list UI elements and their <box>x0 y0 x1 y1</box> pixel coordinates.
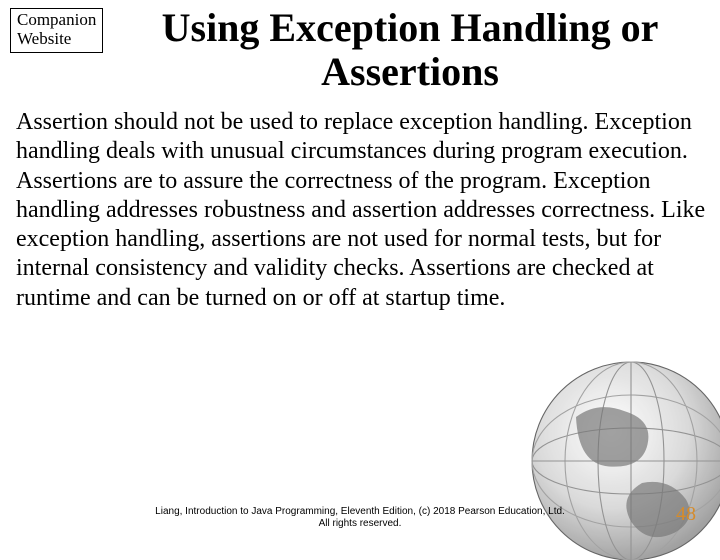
badge-line-1: Companion <box>17 11 96 30</box>
footer-copyright: Liang, Introduction to Java Programming,… <box>0 506 720 530</box>
companion-website-badge: Companion Website <box>10 8 103 53</box>
slide-body: Assertion should not be used to replace … <box>0 104 720 313</box>
slide-title: Using Exception Handling or Assertions <box>0 0 720 104</box>
footer-line-1: Liang, Introduction to Java Programming,… <box>0 506 720 518</box>
footer-line-2: All rights reserved. <box>0 518 720 530</box>
badge-line-2: Website <box>17 30 96 49</box>
page-number: 48 <box>676 503 696 526</box>
